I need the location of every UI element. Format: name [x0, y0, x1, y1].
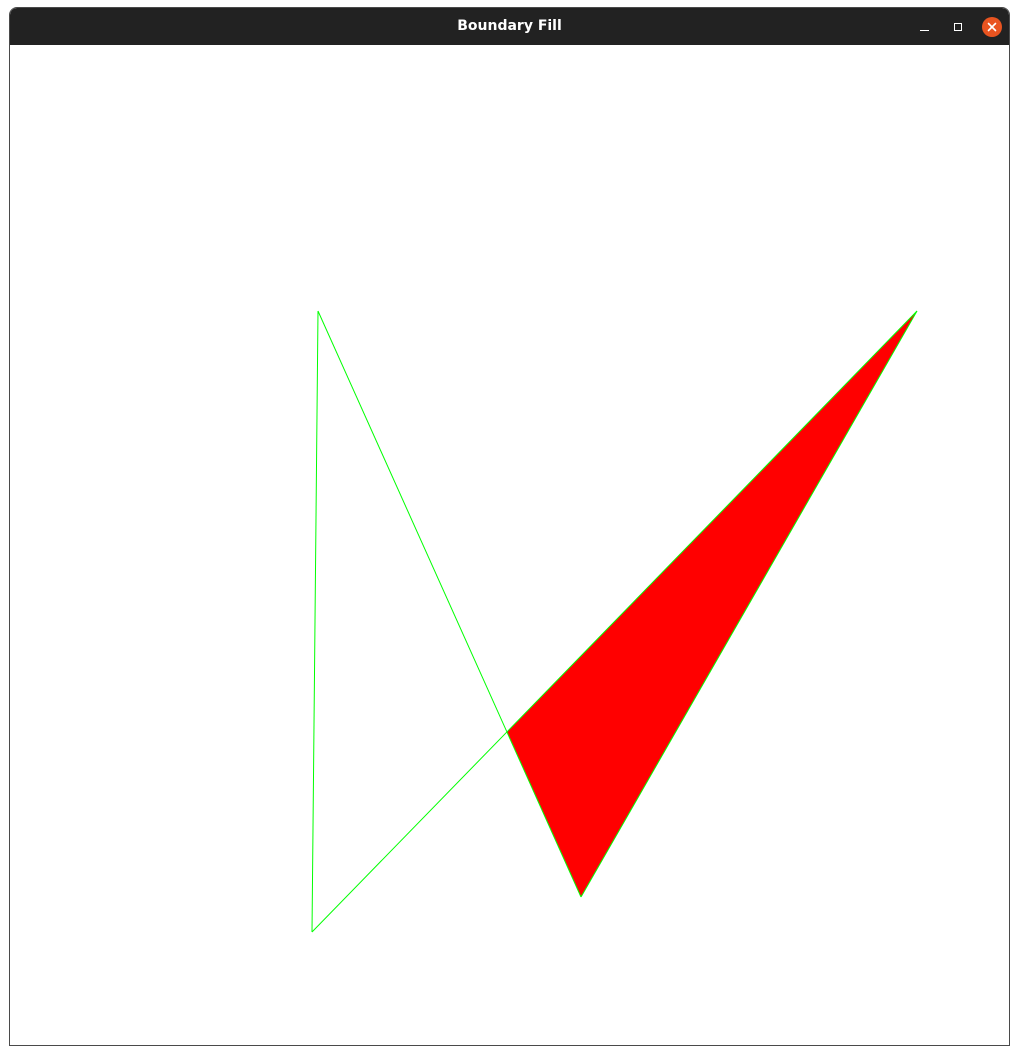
boundary-inner-edge [317, 310, 582, 898]
boundary-left-edge [311, 310, 319, 933]
drawing-surface [311, 310, 918, 933]
window-title: Boundary Fill [457, 18, 562, 34]
close-icon [987, 22, 997, 32]
title-bar[interactable]: Boundary Fill [10, 8, 1009, 45]
drawing-canvas[interactable] [10, 45, 1009, 1045]
filled-region [507, 311, 917, 897]
minimize-button[interactable] [914, 17, 934, 37]
maximize-button[interactable] [948, 17, 968, 37]
maximize-icon [954, 23, 962, 31]
close-button[interactable] [982, 17, 1002, 37]
app-window: Boundary Fill [9, 7, 1010, 1046]
minimize-icon [919, 29, 929, 31]
